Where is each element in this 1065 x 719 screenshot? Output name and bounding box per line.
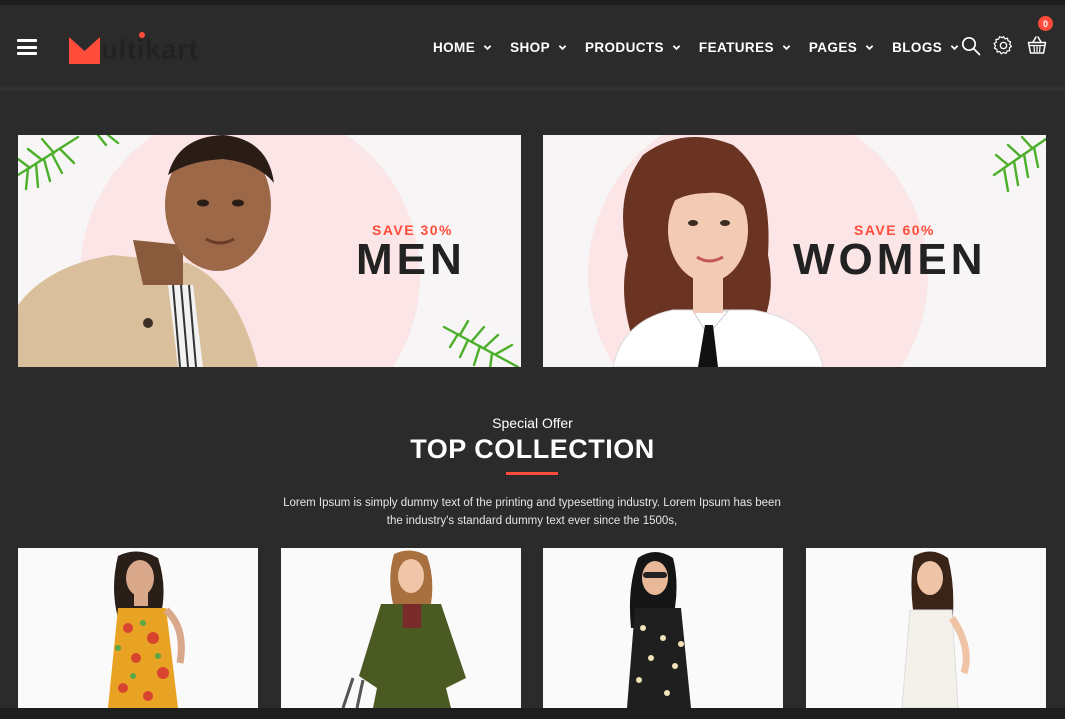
- chevron-down-icon: [558, 44, 567, 50]
- nav-pages[interactable]: PAGES: [809, 38, 874, 56]
- chevron-down-icon: [672, 44, 681, 50]
- nav-blogs-label: BLOGS: [892, 39, 943, 55]
- title-underline: [506, 472, 558, 475]
- product-card[interactable]: [543, 548, 783, 708]
- menu-icon[interactable]: [17, 39, 37, 55]
- nav-shop-label: SHOP: [510, 39, 550, 55]
- logo[interactable]: ultikart: [69, 32, 198, 64]
- logo-dot: [139, 32, 145, 38]
- product-card[interactable]: [281, 548, 521, 708]
- nav-blogs[interactable]: BLOGS: [892, 38, 959, 56]
- product-card[interactable]: [806, 548, 1046, 708]
- search-icon[interactable]: [961, 36, 981, 56]
- product-image: [341, 550, 466, 708]
- chevron-down-icon: [782, 44, 791, 50]
- chevron-down-icon: [950, 44, 959, 50]
- logo-text: ultikart: [101, 34, 199, 65]
- section-title: TOP COLLECTION: [410, 434, 655, 464]
- banner-women[interactable]: SAVE 60% WOMEN: [543, 135, 1046, 367]
- main-nav: HOME SHOP PRODUCTS FEATURES PAGES BLOGS: [433, 38, 977, 56]
- section-subtitle: Special Offer: [492, 415, 573, 431]
- logo-mark-icon: [69, 37, 100, 64]
- leaf-icon: [442, 319, 520, 367]
- banner-title: MEN: [356, 235, 466, 284]
- section-description: Lorem Ipsum is simply dummy text of the …: [283, 497, 781, 527]
- chevron-down-icon: [865, 44, 874, 50]
- cart-count-badge: 0: [1038, 16, 1053, 31]
- nav-home-label: HOME: [433, 39, 476, 55]
- banner-men[interactable]: SAVE 30% MEN: [18, 135, 521, 367]
- product-image: [108, 551, 185, 708]
- site-header: ultikart HOME SHOP PRODUCTS FEATURES PAG…: [0, 5, 1065, 91]
- banner-title: WOMEN: [793, 235, 987, 284]
- nav-features-label: FEATURES: [698, 39, 774, 55]
- product-image: [627, 552, 691, 708]
- nav-products[interactable]: PRODUCTS: [585, 38, 681, 56]
- basket-icon[interactable]: [1027, 35, 1047, 55]
- nav-home[interactable]: HOME: [433, 38, 492, 56]
- man-model-image: [18, 135, 274, 367]
- leaf-icon: [992, 135, 1046, 193]
- product-card[interactable]: [18, 548, 258, 708]
- nav-features[interactable]: FEATURES: [699, 38, 791, 56]
- gear-icon[interactable]: [993, 35, 1014, 56]
- nav-pages-label: PAGES: [808, 39, 858, 55]
- nav-shop[interactable]: SHOP: [510, 38, 567, 56]
- nav-products-label: PRODUCTS: [584, 39, 664, 55]
- product-image: [901, 551, 970, 708]
- bottom-strip: [0, 708, 1065, 719]
- chevron-down-icon: [483, 44, 492, 50]
